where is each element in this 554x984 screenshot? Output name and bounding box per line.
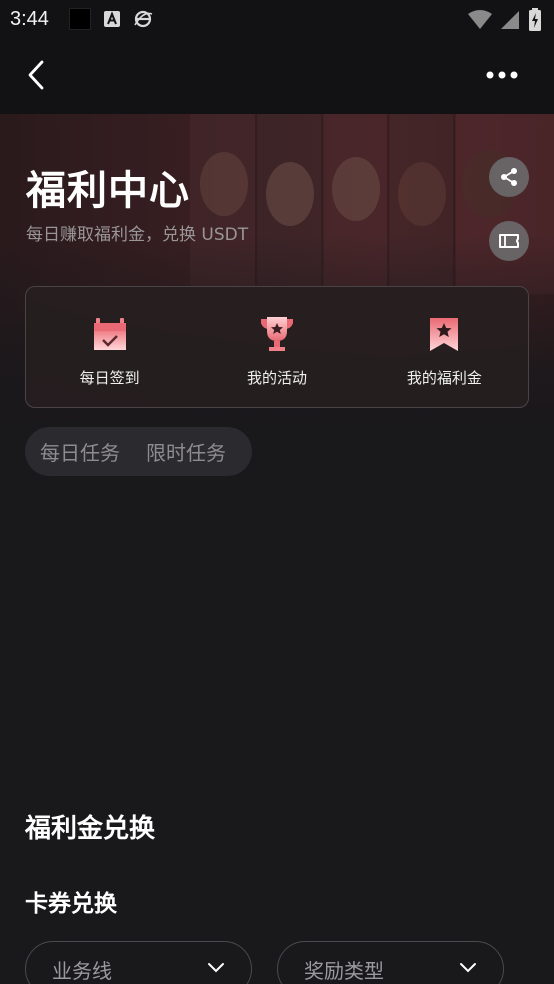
status-time: 3:44 <box>10 7 49 30</box>
tab-daily-tasks[interactable]: 每日任务 <box>40 437 120 466</box>
status-bar: 3:44 <box>0 0 554 38</box>
quick-action-my-welfare-funds[interactable]: 我的福利金 <box>361 287 528 407</box>
signal-icon <box>501 11 519 29</box>
ticket-icon <box>499 234 519 248</box>
more-button[interactable] <box>484 62 520 88</box>
wifi-icon <box>468 10 492 29</box>
reward-type-dropdown[interactable]: 奖励类型 <box>277 941 504 984</box>
quick-action-label: 每日签到 <box>79 369 140 387</box>
business-line-dropdown[interactable]: 业务线 <box>25 941 252 984</box>
chevron-left-icon <box>28 60 44 90</box>
page-subtitle: 每日赚取福利金，兑换 USDT <box>26 225 249 245</box>
dropdown-label: 奖励类型 <box>304 958 384 983</box>
tab-limited-tasks[interactable]: 限时任务 <box>146 437 226 466</box>
section-title-welfare-exchange: 福利金兑换 <box>25 814 156 844</box>
battery-icon <box>529 8 541 31</box>
back-button[interactable] <box>22 56 52 94</box>
nav-bar <box>0 38 554 114</box>
quick-action-my-activities[interactable]: 我的活动 <box>193 287 360 407</box>
a-badge-icon <box>103 11 120 27</box>
calendar-check-icon <box>93 318 126 350</box>
chevron-down-icon <box>208 963 224 973</box>
black-square-icon <box>68 8 91 30</box>
quick-action-label: 我的活动 <box>246 369 307 387</box>
quick-action-label: 我的福利金 <box>406 369 482 387</box>
trophy-icon <box>260 317 293 351</box>
share-icon <box>501 168 517 186</box>
dropdown-label: 业务线 <box>52 958 112 983</box>
notification-icons <box>68 8 153 30</box>
chevron-down-icon <box>460 963 476 973</box>
share-button[interactable] <box>489 157 529 197</box>
bookmark-star-icon <box>430 318 459 351</box>
system-status-icons <box>468 8 542 32</box>
more-dots-icon <box>486 71 518 79</box>
section-title-coupon-exchange: 卡券兑换 <box>25 891 117 917</box>
task-tabs: 每日任务 限时任务 <box>25 427 252 476</box>
e-browser-icon <box>134 10 153 28</box>
ticket-button[interactable] <box>489 221 529 261</box>
quick-action-daily-checkin[interactable]: 每日签到 <box>26 287 193 407</box>
quick-actions-card: 每日签到 我的活动 我的福利金 <box>25 286 529 408</box>
page-title: 福利中心 <box>26 168 190 214</box>
